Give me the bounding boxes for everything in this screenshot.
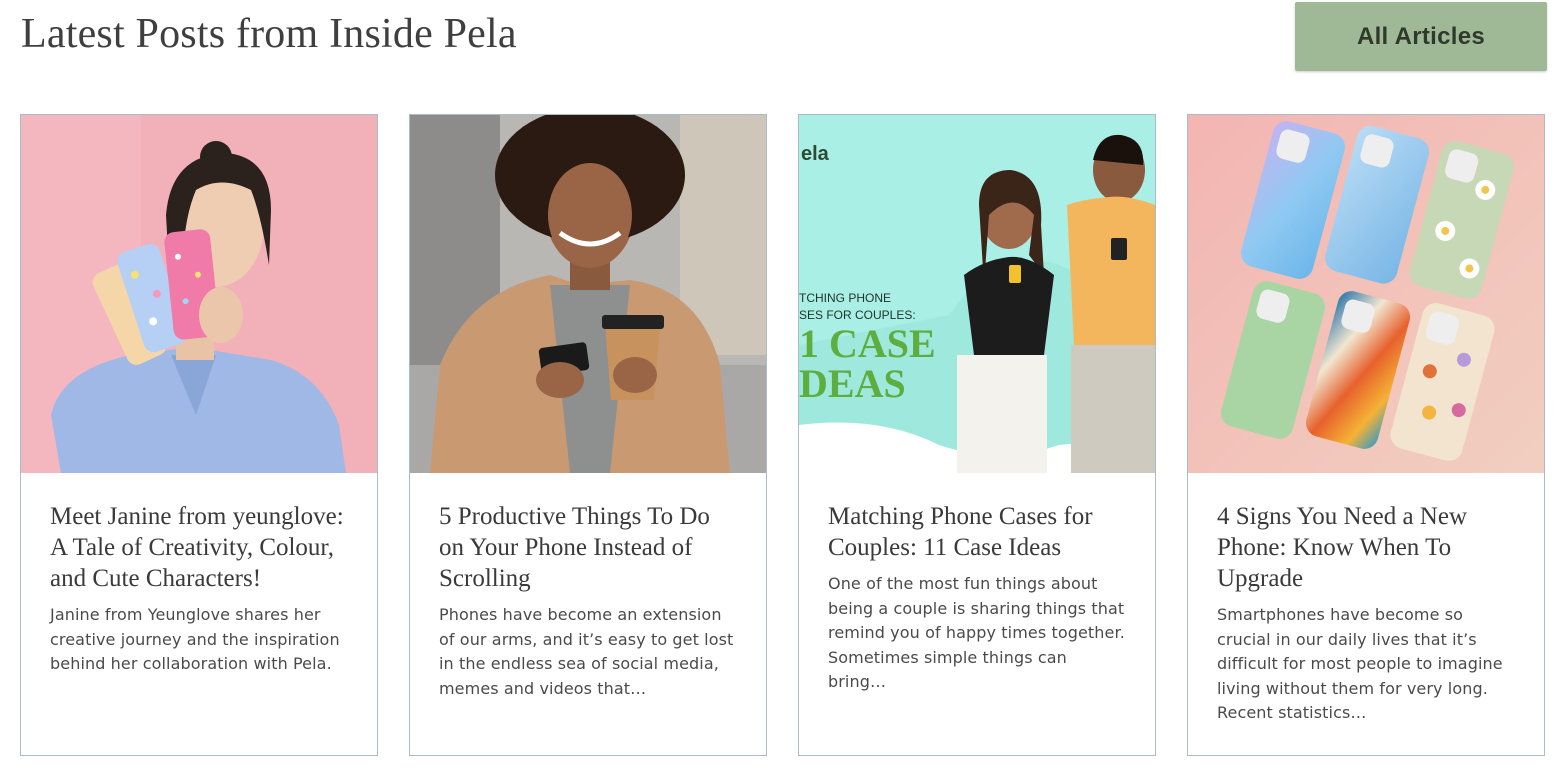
image-caption-line1: TCHING PHONE bbox=[799, 291, 891, 305]
post-title[interactable]: Meet Janine from yeunglove: A Tale of Cr… bbox=[50, 501, 348, 594]
image-headline-line1: 1 CASE bbox=[799, 321, 936, 366]
post-excerpt: Phones have become an extension of our a… bbox=[439, 605, 734, 698]
post-excerpt: One of the most fun things about being a… bbox=[828, 574, 1125, 691]
post-card[interactable]: ela TCHING PHONE SES FOR COUPLES: 1 CASE… bbox=[798, 114, 1156, 756]
post-card[interactable]: 4 Signs You Need a New Phone: Know When … bbox=[1187, 114, 1545, 756]
page-title: Latest Posts from Inside Pela bbox=[21, 11, 517, 57]
image-brand-text: ela bbox=[801, 143, 830, 165]
post-title[interactable]: Matching Phone Cases for Couples: 11 Cas… bbox=[828, 501, 1126, 563]
image-headline-line2: DEAS bbox=[799, 361, 906, 406]
post-card[interactable]: Meet Janine from yeunglove: A Tale of Cr… bbox=[20, 114, 378, 756]
post-image[interactable] bbox=[410, 115, 766, 473]
post-image[interactable]: ela TCHING PHONE SES FOR COUPLES: 1 CASE… bbox=[799, 115, 1155, 473]
post-title[interactable]: 4 Signs You Need a New Phone: Know When … bbox=[1217, 501, 1515, 594]
all-articles-button[interactable]: All Articles bbox=[1295, 2, 1547, 71]
post-card[interactable]: 5 Productive Things To Do on Your Phone … bbox=[409, 114, 767, 756]
image-caption-line2: SES FOR COUPLES: bbox=[799, 308, 916, 322]
post-image[interactable] bbox=[1188, 115, 1544, 473]
post-excerpt: Smartphones have become so crucial in ou… bbox=[1217, 605, 1503, 722]
post-image[interactable] bbox=[21, 115, 377, 473]
post-title[interactable]: 5 Productive Things To Do on Your Phone … bbox=[439, 501, 737, 594]
post-excerpt: Janine from Yeunglove shares her creativ… bbox=[50, 605, 340, 673]
